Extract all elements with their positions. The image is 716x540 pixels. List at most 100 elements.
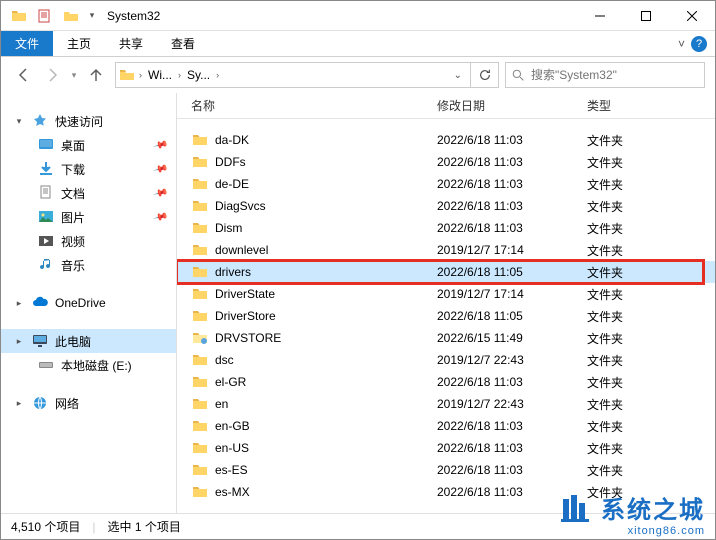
- forward-button[interactable]: [39, 62, 65, 88]
- window-controls: [577, 1, 715, 31]
- chevron-right-icon[interactable]: ›: [175, 70, 184, 80]
- table-row[interactable]: DRVSTORE2022/6/15 11:49文件夹: [177, 327, 715, 349]
- folder-icon: [191, 263, 209, 281]
- new-folder-icon[interactable]: [59, 4, 83, 28]
- column-date[interactable]: 修改日期: [427, 97, 577, 114]
- column-name[interactable]: 名称: [177, 97, 427, 114]
- refresh-button[interactable]: [471, 62, 499, 88]
- chevron-right-icon[interactable]: ▸: [13, 336, 25, 347]
- folder-icon: [191, 219, 209, 237]
- pin-icon: 📌: [152, 209, 168, 225]
- sidebar-item-music[interactable]: 音乐: [1, 253, 176, 277]
- minimize-button[interactable]: [577, 1, 623, 31]
- maximize-button[interactable]: [623, 1, 669, 31]
- file-name-cell: DiagSvcs: [177, 197, 427, 215]
- file-date-cell: 2022/6/15 11:49: [427, 331, 577, 345]
- table-row[interactable]: DriverState2019/12/7 17:14文件夹: [177, 283, 715, 305]
- status-total: 4,510 个项目: [11, 518, 80, 535]
- folder-icon: [118, 66, 136, 84]
- sidebar-item-desktop[interactable]: 桌面📌: [1, 133, 176, 157]
- address-dropdown-icon[interactable]: ⌄: [448, 70, 468, 81]
- chevron-right-icon[interactable]: ›: [136, 70, 145, 80]
- table-row[interactable]: downlevel2019/12/7 17:14文件夹: [177, 239, 715, 261]
- breadcrumb-segment[interactable]: Sy...: [184, 64, 213, 86]
- properties-icon[interactable]: [33, 4, 57, 28]
- table-row[interactable]: el-GR2022/6/18 11:03文件夹: [177, 371, 715, 393]
- file-type-cell: 文件夹: [577, 286, 677, 303]
- file-name: es-MX: [215, 485, 250, 499]
- file-name: en-US: [215, 441, 249, 455]
- sidebar-this-pc[interactable]: ▸ 此电脑: [1, 329, 176, 353]
- back-button[interactable]: [11, 62, 37, 88]
- folder-icon: [191, 153, 209, 171]
- file-name: drivers: [215, 265, 251, 279]
- breadcrumb-segment[interactable]: Wi...: [145, 64, 175, 86]
- folder-icon: [191, 285, 209, 303]
- ribbon-expand-icon[interactable]: ˅: [678, 37, 685, 51]
- documents-icon: [37, 184, 55, 202]
- help-icon[interactable]: ?: [691, 36, 707, 52]
- file-date-cell: 2022/6/18 11:03: [427, 199, 577, 213]
- table-row[interactable]: [177, 119, 715, 129]
- file-name-cell: DRVSTORE: [177, 329, 427, 347]
- tab-share[interactable]: 共享: [105, 31, 157, 56]
- address-box[interactable]: › Wi... › Sy... › ⌄: [115, 62, 471, 88]
- table-row[interactable]: de-DE2022/6/18 11:03文件夹: [177, 173, 715, 195]
- column-type[interactable]: 类型: [577, 97, 677, 114]
- search-box[interactable]: [505, 62, 705, 88]
- folder-icon: [191, 439, 209, 457]
- table-row[interactable]: en2019/12/7 22:43文件夹: [177, 393, 715, 415]
- tab-home[interactable]: 主页: [53, 31, 105, 56]
- sidebar-item-label: 此电脑: [55, 333, 91, 350]
- file-list-body[interactable]: da-DK2022/6/18 11:03文件夹DDFs2022/6/18 11:…: [177, 119, 715, 513]
- sidebar-item-label: 音乐: [61, 257, 85, 274]
- table-row[interactable]: en-US2022/6/18 11:03文件夹: [177, 437, 715, 459]
- file-date-cell: 2019/12/7 22:43: [427, 353, 577, 367]
- sidebar-item-local-disk[interactable]: 本地磁盘 (E:): [1, 353, 176, 377]
- chevron-right-icon[interactable]: ▸: [13, 298, 25, 309]
- up-button[interactable]: [83, 62, 109, 88]
- folder-icon: [191, 373, 209, 391]
- pin-icon: 📌: [152, 161, 168, 177]
- window-title: System32: [107, 9, 160, 23]
- chevron-right-icon[interactable]: ▸: [13, 398, 25, 409]
- sidebar-quick-access[interactable]: ▾ 快速访问: [1, 109, 176, 133]
- file-date-cell: 2022/6/18 11:03: [427, 155, 577, 169]
- sidebar-item-label: 图片: [61, 209, 85, 226]
- tab-file[interactable]: 文件: [1, 31, 53, 56]
- table-row[interactable]: es-ES2022/6/18 11:03文件夹: [177, 459, 715, 481]
- folder-icon: [191, 483, 209, 501]
- sidebar-item-downloads[interactable]: 下载📌: [1, 157, 176, 181]
- chevron-down-icon[interactable]: ▾: [13, 116, 25, 127]
- search-input[interactable]: [531, 68, 698, 82]
- table-row[interactable]: en-GB2022/6/18 11:03文件夹: [177, 415, 715, 437]
- sidebar-item-label: 桌面: [61, 137, 85, 154]
- tab-view[interactable]: 查看: [157, 31, 209, 56]
- file-type-cell: 文件夹: [577, 132, 677, 149]
- recent-dropdown-icon[interactable]: ▾: [67, 62, 81, 88]
- table-row[interactable]: da-DK2022/6/18 11:03文件夹: [177, 129, 715, 151]
- sidebar-network[interactable]: ▸网络: [1, 391, 176, 415]
- file-name-cell: dsc: [177, 351, 427, 369]
- table-row[interactable]: Dism2022/6/18 11:03文件夹: [177, 217, 715, 239]
- sidebar-item-documents[interactable]: 文档📌: [1, 181, 176, 205]
- drive-icon: [37, 356, 55, 374]
- sidebar-item-videos[interactable]: 视频: [1, 229, 176, 253]
- watermark-url: xitong86.com: [628, 525, 705, 537]
- sidebar-item-pictures[interactable]: 图片 📌: [1, 205, 176, 229]
- sidebar-onedrive[interactable]: ▸OneDrive: [1, 291, 176, 315]
- table-row[interactable]: dsc2019/12/7 22:43文件夹: [177, 349, 715, 371]
- column-header: 名称 修改日期 类型: [177, 93, 715, 119]
- file-date-cell: 2022/6/18 11:03: [427, 133, 577, 147]
- table-row[interactable]: DriverStore2022/6/18 11:05文件夹: [177, 305, 715, 327]
- table-row[interactable]: drivers2022/6/18 11:05文件夹: [177, 261, 715, 283]
- table-row[interactable]: DDFs2022/6/18 11:03文件夹: [177, 151, 715, 173]
- qat-dropdown-icon[interactable]: ▾: [85, 4, 99, 28]
- file-name-cell: downlevel: [177, 241, 427, 259]
- table-row[interactable]: DiagSvcs2022/6/18 11:03文件夹: [177, 195, 715, 217]
- close-button[interactable]: [669, 1, 715, 31]
- address-bar: ▾ › Wi... › Sy... › ⌄: [1, 57, 715, 93]
- file-name-cell: da-DK: [177, 131, 427, 149]
- file-type-cell: 文件夹: [577, 198, 677, 215]
- chevron-right-icon[interactable]: ›: [213, 70, 222, 80]
